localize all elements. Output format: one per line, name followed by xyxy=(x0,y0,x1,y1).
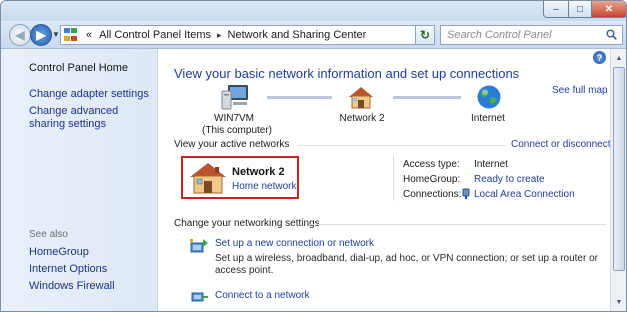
search-input[interactable]: Search Control Panel xyxy=(440,25,623,45)
sidebar-windows-firewall[interactable]: Windows Firewall xyxy=(29,280,115,293)
page-heading: View your basic network information and … xyxy=(174,66,520,81)
local-area-connection-link[interactable]: Local Area Connection xyxy=(474,189,575,200)
breadcrumb-overflow[interactable]: « xyxy=(86,29,92,41)
refresh-button[interactable]: ↻ xyxy=(415,25,435,45)
sidebar-control-panel-home[interactable]: Control Panel Home xyxy=(29,62,128,75)
vertical-scrollbar[interactable]: ▲ ▼ xyxy=(610,49,626,311)
forward-button[interactable]: ▶ xyxy=(30,24,52,46)
access-type-value: Internet xyxy=(474,159,508,170)
map-network-name: Network 2 xyxy=(339,113,385,124)
sidebar-change-adapter-settings[interactable]: Change adapter settings xyxy=(29,88,149,101)
map-connector-1 xyxy=(267,96,332,99)
internet-globe-icon xyxy=(477,85,501,109)
active-network-name[interactable]: Network 2 xyxy=(232,166,285,178)
address-toolbar: ◀ ▶ ▼ « All Control Panel Items ▸ Networ… xyxy=(1,21,626,49)
breadcrumb-separator[interactable]: ▸ xyxy=(217,30,222,41)
connections-label: Connections: xyxy=(403,189,462,200)
computer-icon xyxy=(221,85,248,110)
map-internet-label: Internet xyxy=(471,113,505,124)
help-icon[interactable]: ? xyxy=(593,51,606,64)
sidebar-change-advanced-sharing[interactable]: Change advanced sharing settings xyxy=(29,105,154,131)
window: – □ ✕ ◀ ▶ ▼ « All Control Panel Items ▸ … xyxy=(0,0,627,312)
vertical-divider xyxy=(393,155,394,201)
new-connection-icon xyxy=(190,239,208,253)
scrollbar-thumb[interactable] xyxy=(613,67,625,271)
homegroup-ready-link[interactable]: Ready to create xyxy=(474,174,545,185)
change-settings-label: Change your networking settings xyxy=(174,218,320,229)
house-icon[interactable] xyxy=(188,161,228,195)
close-button[interactable]: ✕ xyxy=(591,1,626,18)
divider-line xyxy=(298,145,506,146)
breadcrumb-all-items[interactable]: All Control Panel Items xyxy=(99,29,211,41)
access-type-label: Access type: xyxy=(403,159,460,170)
see-also-heading: See also xyxy=(29,229,68,240)
address-bar[interactable]: « All Control Panel Items ▸ Network and … xyxy=(60,25,435,45)
connect-network-icon xyxy=(191,292,208,302)
title-bar xyxy=(1,1,626,21)
connect-or-disconnect-link[interactable]: Connect or disconnect xyxy=(511,139,611,150)
setup-connection-description: Set up a wireless, broadband, dial-up, a… xyxy=(215,253,598,276)
sidebar-homegroup[interactable]: HomeGroup xyxy=(29,246,89,259)
map-connector-2 xyxy=(393,96,461,99)
network-adapter-icon xyxy=(462,188,470,199)
setup-new-connection-link[interactable]: Set up a new connection or network xyxy=(215,238,374,249)
connect-to-network-link[interactable]: Connect to a network xyxy=(215,290,310,301)
active-networks-label: View your active networks xyxy=(174,139,290,150)
homegroup-label: HomeGroup: xyxy=(403,174,461,185)
home-network-icon xyxy=(349,87,373,109)
refresh-icon: ↻ xyxy=(419,28,431,42)
search-icon[interactable] xyxy=(606,29,617,40)
control-panel-icon xyxy=(64,28,80,42)
scroll-down-icon[interactable]: ▼ xyxy=(611,295,626,309)
divider-line xyxy=(310,224,606,225)
search-placeholder: Search Control Panel xyxy=(447,29,552,41)
map-computer-name: WIN7VM xyxy=(214,113,254,124)
minimize-button[interactable]: – xyxy=(543,1,569,18)
sidebar-internet-options[interactable]: Internet Options xyxy=(29,263,107,276)
see-full-map-link[interactable]: See full map xyxy=(552,85,608,96)
scroll-up-icon[interactable]: ▲ xyxy=(611,51,626,65)
forward-arrow-icon: ▶ xyxy=(36,28,46,42)
map-computer-note: (This computer) xyxy=(202,125,273,136)
network-location-link[interactable]: Home network xyxy=(232,181,296,192)
recent-pages-dropdown[interactable]: ▼ xyxy=(52,30,60,39)
maximize-button[interactable]: □ xyxy=(568,1,592,18)
breadcrumb-network-center[interactable]: Network and Sharing Center xyxy=(228,29,367,41)
back-button[interactable]: ◀ xyxy=(9,24,31,46)
back-arrow-icon: ◀ xyxy=(15,28,25,42)
